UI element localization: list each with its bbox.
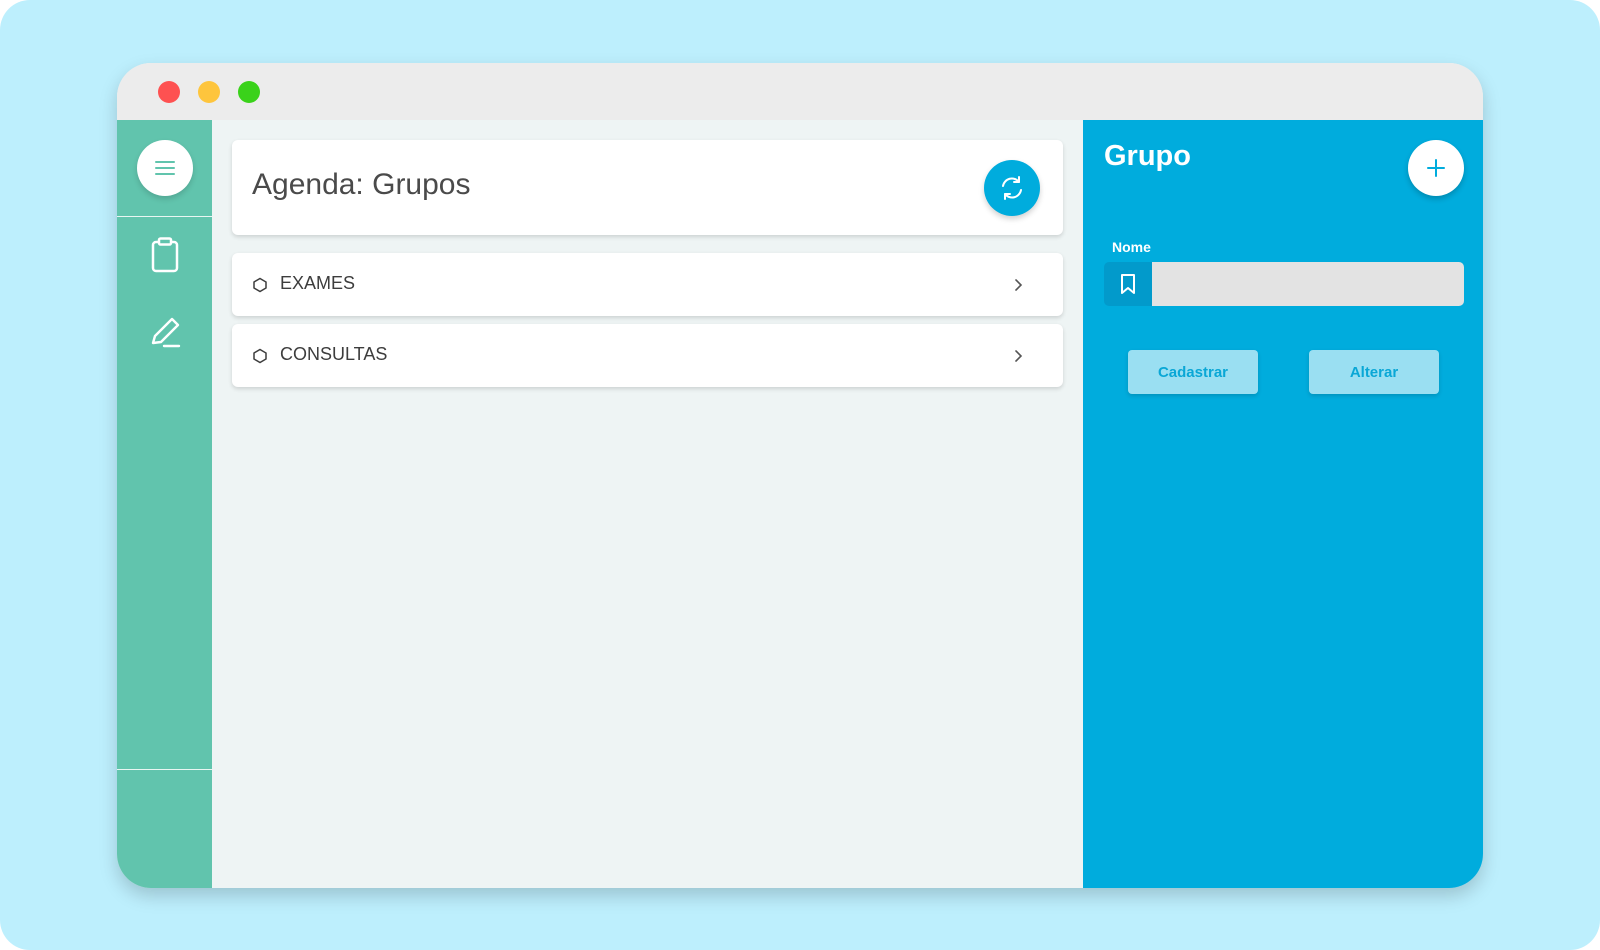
app-window: Agenda: Grupos EXAMES CONSULTAS Grupo No… xyxy=(117,63,1483,888)
sidebar-item-edit[interactable] xyxy=(145,312,185,352)
list-item-exames[interactable]: EXAMES xyxy=(232,253,1063,316)
bookmark-icon xyxy=(1121,274,1135,294)
close-window-button[interactable] xyxy=(158,81,180,103)
page-title: Agenda: Grupos xyxy=(252,168,471,201)
nome-input[interactable] xyxy=(1152,262,1464,306)
plus-icon xyxy=(1427,159,1445,177)
window-titlebar xyxy=(117,63,1483,120)
menu-button[interactable] xyxy=(137,140,193,196)
list-item-label: CONSULTAS xyxy=(280,344,388,364)
nome-field-icon-box xyxy=(1104,262,1152,306)
hexagon-icon xyxy=(253,277,267,293)
cadastrar-button[interactable]: Cadastrar xyxy=(1128,350,1258,394)
sidebar-item-agenda[interactable] xyxy=(145,235,185,275)
refresh-icon xyxy=(1002,176,1022,200)
add-group-button[interactable] xyxy=(1408,140,1464,196)
sidebar-divider xyxy=(117,769,212,770)
main-content: Agenda: Grupos EXAMES CONSULTAS xyxy=(212,120,1083,888)
list-item-consultas[interactable]: CONSULTAS xyxy=(232,324,1063,387)
clipboard-icon xyxy=(151,237,179,273)
page-header: Agenda: Grupos xyxy=(232,140,1063,235)
alterar-button[interactable]: Alterar xyxy=(1309,350,1439,394)
sidebar-divider xyxy=(117,216,212,217)
hexagon-icon xyxy=(253,348,267,364)
panel-title: Grupo xyxy=(1104,140,1191,172)
refresh-button[interactable] xyxy=(984,160,1040,216)
chevron-right-icon xyxy=(1015,279,1023,291)
minimize-window-button[interactable] xyxy=(198,81,220,103)
maximize-window-button[interactable] xyxy=(238,81,260,103)
nome-field xyxy=(1104,262,1464,306)
list-item-label: EXAMES xyxy=(280,273,356,293)
sidebar xyxy=(117,120,212,888)
nome-field-label: Nome xyxy=(1112,239,1151,255)
group-form-panel: Grupo Nome Cadastrar Alterar xyxy=(1083,120,1483,888)
pencil-icon xyxy=(151,317,181,348)
chevron-right-icon xyxy=(1015,350,1023,362)
menu-icon xyxy=(155,161,175,175)
